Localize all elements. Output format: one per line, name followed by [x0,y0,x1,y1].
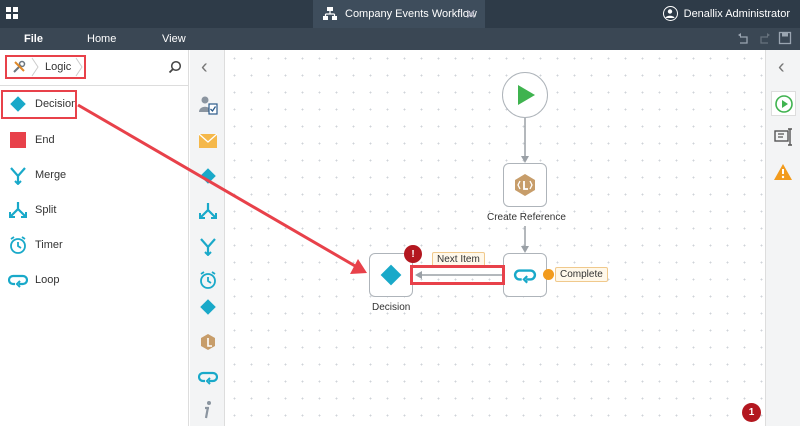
warning-icon[interactable] [773,163,793,184]
decision-label: Decision [372,302,411,313]
error-count-badge[interactable]: 1 [742,403,761,422]
start-node[interactable] [502,72,548,118]
connector-arrowhead [521,156,529,163]
annotation-arrowhead [350,259,367,274]
connector-arrowhead [521,246,529,253]
next-item-highlight [410,265,505,285]
reference-icon [515,174,535,196]
properties-strip: ‹ [765,50,800,426]
run-workflow-icon[interactable] [771,91,796,116]
warning-badge[interactable]: ! [404,245,422,263]
collapse-right-panel-icon[interactable]: ‹ [778,56,785,79]
loop-icon [513,269,537,284]
canvas-connectors [77,103,529,279]
properties-icon[interactable] [774,128,794,149]
create-reference-label: Create Reference [487,212,566,223]
complete-tag: Complete [555,267,608,282]
play-icon [518,85,535,105]
annotation-arrow [77,103,363,272]
complete-port-dot[interactable] [543,269,554,280]
create-reference-node[interactable] [503,163,547,207]
decision-icon [380,264,402,286]
loop-node[interactable] [503,253,547,297]
